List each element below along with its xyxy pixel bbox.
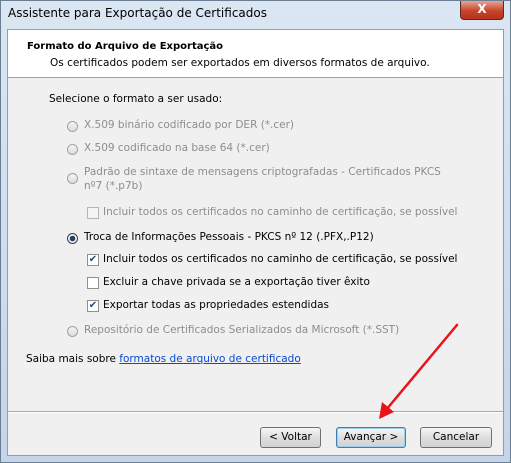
close-icon: X bbox=[477, 2, 487, 16]
window-title: Assistente para Exportação de Certificad… bbox=[8, 6, 267, 20]
checkmark-icon: ✔ bbox=[88, 254, 98, 265]
checkmark-icon: ✔ bbox=[88, 300, 98, 311]
radio-pfx-label: Troca de Informações Pessoais - PKCS nº … bbox=[84, 231, 374, 243]
title-bar[interactable]: Assistente para Exportação de Certificad… bbox=[1, 1, 510, 27]
learn-more-prefix: Saiba mais sobre bbox=[26, 353, 120, 365]
learn-more-link[interactable]: formatos de arquivo de certificado bbox=[119, 353, 300, 365]
pfx-delete-key-label: Excluir a chave privada se a exportação … bbox=[103, 276, 370, 288]
pfx-include-checkbox[interactable]: ✔ bbox=[87, 254, 99, 266]
learn-more-text: Saiba mais sobre formatos de arquivo de … bbox=[26, 353, 301, 365]
wizard-content: Formato do Arquivo de Exportação Os cert… bbox=[7, 29, 504, 456]
wizard-header: Formato do Arquivo de Exportação Os cert… bbox=[8, 30, 503, 78]
radio-der[interactable] bbox=[67, 121, 78, 132]
page-title: Formato do Arquivo de Exportação bbox=[27, 41, 224, 52]
radio-pfx[interactable] bbox=[67, 233, 78, 244]
radio-base64[interactable] bbox=[67, 144, 78, 155]
radio-sst-label: Repositório de Certificados Serializados… bbox=[84, 324, 400, 336]
pfx-export-props-label: Exportar todas as propriedades estendida… bbox=[103, 299, 330, 311]
page-subtitle: Os certificados podem ser exportados em … bbox=[50, 57, 430, 69]
export-wizard-window: Assistente para Exportação de Certificad… bbox=[0, 0, 511, 463]
pfx-include-label: Incluir todos os certificados no caminho… bbox=[103, 253, 458, 265]
radio-base64-label: X.509 codificado na base 64 (*.cer) bbox=[84, 142, 270, 154]
radio-pkcs7-label: Padrão de sintaxe de mensagens criptogra… bbox=[84, 166, 441, 178]
next-button[interactable]: Avançar > bbox=[336, 427, 406, 448]
radio-sst[interactable] bbox=[67, 326, 78, 337]
radio-pkcs7[interactable] bbox=[67, 173, 78, 184]
pkcs7-include-label: Incluir todos os certificados no caminho… bbox=[103, 206, 458, 218]
radio-der-label: X.509 binário codificado por DER (*.cer) bbox=[84, 119, 295, 131]
back-button[interactable]: < Voltar bbox=[260, 427, 321, 448]
pfx-delete-key-checkbox[interactable] bbox=[87, 277, 99, 289]
radio-pkcs7-label-line2: nº7 (*.p7b) bbox=[84, 180, 143, 192]
footer-divider bbox=[8, 411, 503, 413]
close-button[interactable]: X bbox=[460, 1, 504, 20]
cancel-button[interactable]: Cancelar bbox=[420, 427, 492, 448]
pfx-export-props-checkbox[interactable]: ✔ bbox=[87, 300, 99, 312]
select-format-label: Selecione o formato a ser usado: bbox=[49, 93, 223, 105]
pkcs7-include-checkbox[interactable] bbox=[87, 207, 99, 219]
